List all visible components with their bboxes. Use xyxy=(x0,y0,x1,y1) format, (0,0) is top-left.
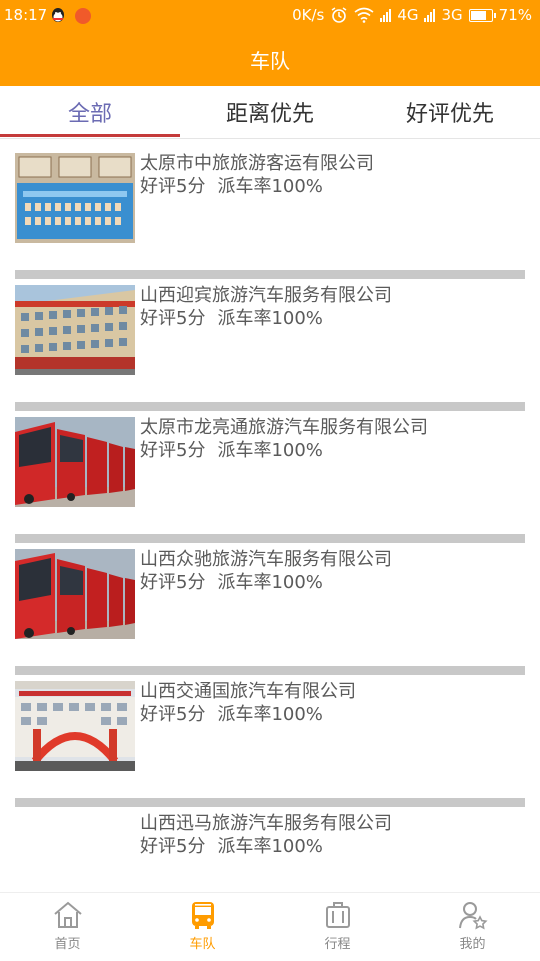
nav-label: 车队 xyxy=(189,937,216,952)
company-stats: 好评5分 派车率100% xyxy=(140,572,392,594)
tab-label: 好评优先 xyxy=(405,102,494,127)
company-stats: 好评5分 派车率100% xyxy=(140,308,392,330)
bottom-navigation: 首页 车队 行程 我的 xyxy=(0,892,540,961)
title-bar: 车队 xyxy=(0,32,540,86)
tab-rating[interactable]: 好评优先 xyxy=(360,86,540,138)
item-separator xyxy=(15,270,525,279)
company-name: 山西迅马旅游汽车服务有限公司 xyxy=(140,813,392,834)
company-stats: 好评5分 派车率100% xyxy=(140,176,374,198)
dispatch-rate: 派车率100% xyxy=(217,440,323,461)
company-name: 太原市中旅旅游客运有限公司 xyxy=(140,153,374,174)
battery-icon xyxy=(468,8,496,22)
item-separator xyxy=(15,666,525,675)
list-item[interactable]: 山西迅马旅游汽车服务有限公司 好评5分 派车率100% xyxy=(0,798,540,892)
active-tab-indicator xyxy=(0,134,180,137)
dispatch-rate: 派车率100% xyxy=(217,704,323,725)
list-item[interactable]: 山西交通国旅汽车有限公司 好评5分 派车率100% xyxy=(0,666,540,798)
signal-icon xyxy=(380,8,392,22)
luggage-icon xyxy=(325,902,350,928)
tab-all[interactable]: 全部 xyxy=(0,86,180,138)
notification-icon xyxy=(75,8,91,24)
dispatch-rate: 派车率100% xyxy=(217,176,323,197)
list-item[interactable]: 太原市中旅旅游客运有限公司 好评5分 派车率100% xyxy=(0,138,540,270)
wifi-icon xyxy=(354,7,374,23)
rating-text: 好评5分 xyxy=(140,704,206,725)
page-title: 车队 xyxy=(250,48,290,73)
company-info: 山西众驰旅游汽车服务有限公司 好评5分 派车率100% xyxy=(140,549,392,594)
home-icon xyxy=(53,901,82,928)
company-info: 太原市龙亮通旅游汽车服务有限公司 好评5分 派车率100% xyxy=(140,417,428,462)
company-thumbnail xyxy=(15,549,135,639)
nav-label: 我的 xyxy=(459,937,486,952)
status-time: 18:17 xyxy=(4,6,48,24)
nav-fleet[interactable]: 车队 xyxy=(135,899,270,957)
filter-tabs: 全部 距离优先 好评优先 xyxy=(0,86,540,139)
company-info: 山西迅马旅游汽车服务有限公司 好评5分 派车率100% xyxy=(140,813,392,858)
company-list: 太原市中旅旅游客运有限公司 好评5分 派车率100% 山西迎宾旅游汽车服务有限公司… xyxy=(0,138,540,892)
battery-level: 71% xyxy=(498,6,532,24)
alarm-icon xyxy=(331,7,347,23)
network-type-2: 3G xyxy=(441,6,463,24)
nav-label: 行程 xyxy=(324,937,351,952)
bus-icon xyxy=(191,902,214,929)
dispatch-rate: 派车率100% xyxy=(217,836,323,857)
company-thumbnail xyxy=(15,153,135,243)
nav-trips[interactable]: 行程 xyxy=(270,899,405,957)
rating-text: 好评5分 xyxy=(140,836,206,857)
company-thumbnail xyxy=(15,285,135,375)
dispatch-rate: 派车率100% xyxy=(217,308,323,329)
company-stats: 好评5分 派车率100% xyxy=(140,704,356,726)
company-info: 山西迎宾旅游汽车服务有限公司 好评5分 派车率100% xyxy=(140,285,392,330)
company-thumbnail xyxy=(15,417,135,507)
user-icon xyxy=(458,902,488,930)
list-item[interactable]: 山西众驰旅游汽车服务有限公司 好评5分 派车率100% xyxy=(0,534,540,666)
dispatch-rate: 派车率100% xyxy=(217,572,323,593)
company-info: 山西交通国旅汽车有限公司 好评5分 派车率100% xyxy=(140,681,356,726)
tab-label: 全部 xyxy=(67,102,112,127)
nav-home[interactable]: 首页 xyxy=(0,899,135,957)
item-separator xyxy=(15,402,525,411)
company-thumbnail xyxy=(15,681,135,771)
nav-profile[interactable]: 我的 xyxy=(405,899,540,957)
status-bar: 18:17 0K/s 4G 3G 71% xyxy=(0,0,540,32)
company-info: 太原市中旅旅游客运有限公司 好评5分 派车率100% xyxy=(140,153,374,198)
network-type-1: 4G xyxy=(397,6,419,24)
list-item[interactable]: 太原市龙亮通旅游汽车服务有限公司 好评5分 派车率100% xyxy=(0,402,540,534)
nav-label: 首页 xyxy=(54,937,81,952)
list-item[interactable]: 山西迎宾旅游汽车服务有限公司 好评5分 派车率100% xyxy=(0,270,540,402)
company-stats: 好评5分 派车率100% xyxy=(140,440,428,462)
tab-label: 距离优先 xyxy=(225,102,314,127)
tab-distance[interactable]: 距离优先 xyxy=(180,86,360,138)
company-name: 山西交通国旅汽车有限公司 xyxy=(140,681,356,702)
company-name: 太原市龙亮通旅游汽车服务有限公司 xyxy=(140,417,428,438)
company-name: 山西迎宾旅游汽车服务有限公司 xyxy=(140,285,392,306)
item-separator xyxy=(15,534,525,543)
rating-text: 好评5分 xyxy=(140,308,206,329)
rating-text: 好评5分 xyxy=(140,176,206,197)
rating-text: 好评5分 xyxy=(140,440,206,461)
rating-text: 好评5分 xyxy=(140,572,206,593)
company-name: 山西众驰旅游汽车服务有限公司 xyxy=(140,549,392,570)
qq-icon xyxy=(52,8,64,22)
net-speed: 0K/s xyxy=(292,6,325,24)
signal-icon-2 xyxy=(424,8,436,22)
company-stats: 好评5分 派车率100% xyxy=(140,836,392,858)
item-separator xyxy=(15,798,525,807)
